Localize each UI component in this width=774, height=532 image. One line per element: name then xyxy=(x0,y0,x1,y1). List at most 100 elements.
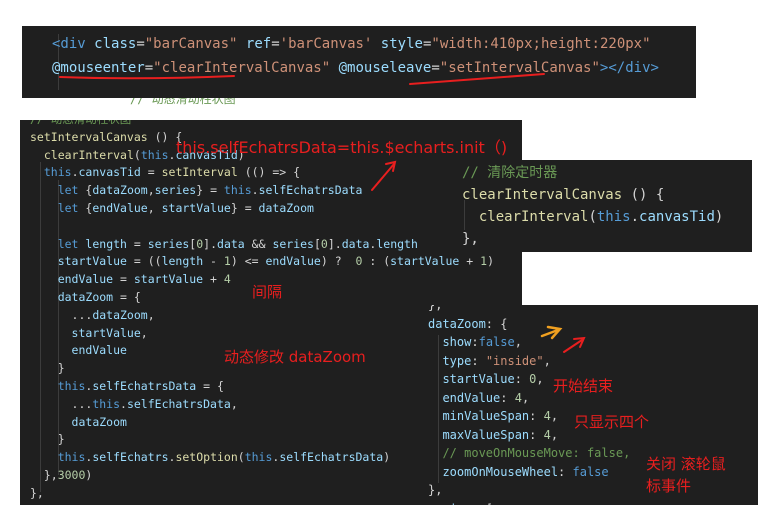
code-token: false xyxy=(572,464,609,479)
code-token: : xyxy=(471,353,486,368)
code-token: = xyxy=(136,36,145,52)
code-line: }, xyxy=(462,228,479,250)
code-token: clearIntervalCanvas xyxy=(462,187,623,203)
code-token: this xyxy=(92,396,121,411)
code-token: }, xyxy=(30,468,58,482)
code-token: = xyxy=(144,60,154,76)
code-token: @mouseenter xyxy=(52,60,145,76)
code-token: startValue xyxy=(57,254,127,269)
code-token: series xyxy=(147,236,190,251)
code-token: // 动态滑动柱状图 xyxy=(30,120,131,126)
code-token: = xyxy=(140,165,162,180)
code-line: endValue: 4, xyxy=(428,389,529,408)
datazoom-code-panel: }, dataZoom: { show:false, type: "inside"… xyxy=(418,305,758,505)
code-line: dataZoom: { xyxy=(428,315,507,334)
code-token: selfEchatrs xyxy=(92,450,169,465)
code-token: 4 xyxy=(223,272,231,287)
code-line: endValue = startValue + 4 xyxy=(30,271,231,289)
code-token: length xyxy=(376,236,418,251)
code-token: . xyxy=(630,209,640,225)
code-token: , xyxy=(147,307,155,322)
code-token: show xyxy=(442,335,472,349)
code-token: "setIntervalCanvas" xyxy=(439,60,600,76)
code-line: dataZoom xyxy=(30,414,127,432)
code-token: : ( xyxy=(362,254,391,269)
code-token: , xyxy=(230,396,238,411)
template-code-lines: <div class="barCanvas" ref='barCanvas' s… xyxy=(52,32,692,92)
code-token: this xyxy=(596,209,631,225)
code-token: : { xyxy=(485,316,508,331)
annotation-only-four: 只显示四个 xyxy=(574,413,650,431)
code-line: this.canvasTid = setInterval (() => { xyxy=(30,164,300,182)
code-token: canvasTid xyxy=(78,165,141,180)
code-token: "clearIntervalCanvas" xyxy=(153,60,331,76)
code-token: let xyxy=(57,236,79,251)
code-token: () { xyxy=(622,187,665,203)
code-token: , xyxy=(543,353,551,368)
code-token: ref xyxy=(245,36,272,52)
code-line: show:false, xyxy=(428,333,522,352)
code-line: type: "inside", xyxy=(428,352,551,371)
code-token: false xyxy=(478,335,515,349)
code-line: this.selfEchatrs.setOption(this.selfEcha… xyxy=(30,449,390,467)
code-token: endValue xyxy=(442,390,501,405)
clear-interval-code-panel: // 清除定时器 clearIntervalCanvas () { clearIn… xyxy=(452,160,752,252)
code-token: endValue xyxy=(57,272,114,287)
code-token: { xyxy=(78,201,93,215)
code-token: 1 xyxy=(223,254,231,269)
code-token: this xyxy=(140,147,169,162)
code-token: dataZoom xyxy=(57,290,114,304)
code-token: this xyxy=(223,183,252,198)
code-line: ...dataZoom, xyxy=(30,307,155,325)
code-token: clearInterval xyxy=(478,209,589,225)
code-token: ) <= xyxy=(230,254,266,269)
code-token: ></div> xyxy=(599,60,659,76)
code-token: ) xyxy=(383,450,391,465)
code-token: , xyxy=(514,335,522,349)
code-token: . xyxy=(251,183,259,198)
code-line: } xyxy=(30,360,65,378)
code-line: },3000) xyxy=(30,467,93,485)
code-line: // 清除定时器 xyxy=(462,162,557,184)
code-token: selfEchatrsData xyxy=(258,183,363,198)
code-token: let xyxy=(57,201,79,215)
code-token: maxValueSpan xyxy=(442,427,530,442)
code-token: startValue xyxy=(133,272,204,287)
code-line: ...this.selfEchatrsData, xyxy=(30,396,238,414)
code-token: }, xyxy=(462,231,479,247)
code-token: : xyxy=(558,464,573,479)
code-token: startValue xyxy=(442,372,515,386)
code-token: setOption xyxy=(175,450,238,465)
code-line: setIntervalCanvas () { xyxy=(30,129,182,147)
code-line: minValueSpan: 4, xyxy=(428,407,558,426)
code-line: let {dataZoom,series} = this.selfEchatrs… xyxy=(30,182,363,200)
clipped-comment-fragment: // 动态滑动柱状图 xyxy=(130,98,236,106)
code-line: series: [ xyxy=(428,500,493,506)
code-token: 3000 xyxy=(57,468,86,482)
code-token: // moveOnMouseMove: false, xyxy=(442,446,631,460)
code-token: dataZoom xyxy=(258,201,314,215)
code-token: } xyxy=(30,361,65,376)
code-token: = { xyxy=(196,379,224,393)
code-line: <div class="barCanvas" ref='barCanvas' s… xyxy=(52,32,651,56)
code-line: // 动态滑动柱状图 xyxy=(462,250,585,252)
code-token: 0 xyxy=(320,236,328,251)
code-token: style xyxy=(380,36,423,52)
code-token: . xyxy=(71,165,79,180)
code-token: this xyxy=(244,450,273,465)
code-token: <div xyxy=(52,36,95,52)
annotation-modify-datazoom: 动态修改 dataZoom xyxy=(224,348,366,366)
code-token: type xyxy=(442,353,472,368)
code-token: "barCanvas" xyxy=(144,36,238,52)
code-token: }, xyxy=(428,305,443,312)
